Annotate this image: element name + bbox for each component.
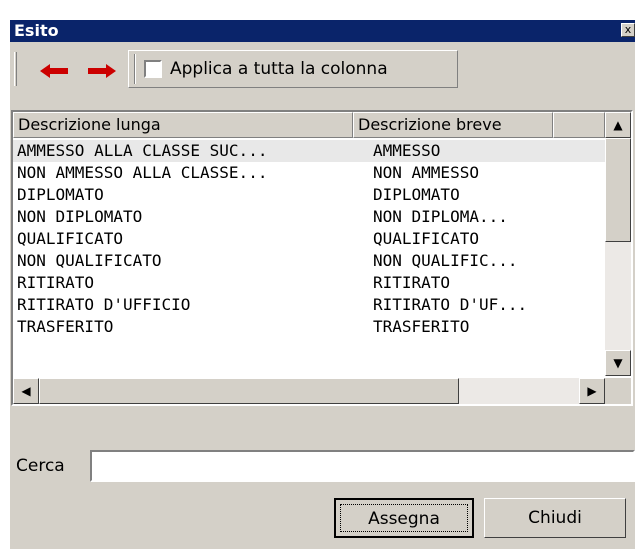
list-item-short: NON QUALIFIC... bbox=[373, 251, 518, 270]
vertical-scroll-thumb[interactable] bbox=[605, 138, 631, 242]
scroll-right-icon[interactable]: ▶ bbox=[579, 378, 605, 404]
list-item-short: RITIRATO D'UF... bbox=[373, 295, 528, 314]
window-title: Esito bbox=[14, 21, 59, 40]
apply-all-label[interactable]: Applica a tutta la colonna bbox=[170, 59, 388, 79]
scroll-down-icon[interactable]: ▼ bbox=[605, 350, 631, 376]
list-item[interactable]: RITIRATO RITIRATO bbox=[13, 272, 605, 294]
list-item[interactable]: TRASFERITO TRASFERITO bbox=[13, 316, 605, 338]
toolbar-grip[interactable] bbox=[14, 52, 17, 86]
scroll-left-icon[interactable]: ◀ bbox=[13, 378, 39, 404]
scroll-up-icon[interactable]: ▲ bbox=[605, 112, 631, 138]
horizontal-scroll-thumb[interactable] bbox=[39, 378, 459, 404]
list-item-short: TRASFERITO bbox=[373, 317, 470, 336]
list-item-long: RITIRATO bbox=[17, 273, 95, 292]
list-item[interactable]: NON AMMESSO ALLA CLASSE... NON AMMESSO bbox=[13, 162, 605, 184]
list-item-short: QUALIFICATO bbox=[373, 229, 479, 248]
close-window-button[interactable]: x bbox=[621, 23, 635, 37]
search-label: Cerca bbox=[16, 456, 65, 476]
toolbar: Applica a tutta la colonna bbox=[10, 50, 458, 88]
list-rows: AMMESSO ALLA CLASSE SUC... AMMESSO NON AM… bbox=[13, 140, 605, 338]
apply-all-checkbox[interactable] bbox=[144, 60, 162, 78]
column-header-descrizione-lunga[interactable]: Descrizione lunga bbox=[13, 112, 353, 138]
list-item[interactable]: QUALIFICATO QUALIFICATO bbox=[13, 228, 605, 250]
list-item[interactable]: RITIRATO D'UFFICIO RITIRATO D'UF... bbox=[13, 294, 605, 316]
list-item-long: QUALIFICATO bbox=[17, 229, 123, 248]
list-item[interactable]: NON DIPLOMATO NON DIPLOMA... bbox=[13, 206, 605, 228]
list-item-short: AMMESSO bbox=[373, 141, 441, 160]
list-item-short: NON DIPLOMA... bbox=[373, 207, 508, 226]
search-input[interactable] bbox=[90, 450, 635, 482]
esito-dialog: Esito x Applica a tutta la colonna Descr… bbox=[10, 20, 635, 549]
esito-list[interactable]: Descrizione lunga Descrizione breve AMME… bbox=[11, 110, 633, 406]
focus-rect bbox=[340, 504, 468, 532]
list-item-short: NON AMMESSO bbox=[373, 163, 479, 182]
list-item-short: DIPLOMATO bbox=[373, 185, 460, 204]
close-button[interactable]: Chiudi bbox=[484, 498, 626, 538]
assign-button[interactable]: Assegna bbox=[334, 498, 474, 538]
scrollbar-corner bbox=[605, 378, 631, 404]
list-item-long: TRASFERITO bbox=[17, 317, 114, 336]
arrow-left-icon[interactable] bbox=[40, 64, 68, 78]
vertical-scrollbar[interactable]: ▲ ▼ bbox=[605, 112, 631, 376]
list-item-long: AMMESSO ALLA CLASSE SUC... bbox=[17, 141, 268, 160]
list-item-long: NON QUALIFICATO bbox=[17, 251, 162, 270]
list-item-long: NON DIPLOMATO bbox=[17, 207, 143, 226]
list-item-short: RITIRATO bbox=[373, 273, 451, 292]
list-item[interactable]: DIPLOMATO DIPLOMATO bbox=[13, 184, 605, 206]
list-item[interactable]: AMMESSO ALLA CLASSE SUC... AMMESSO bbox=[13, 140, 605, 162]
list-item-long: NON AMMESSO ALLA CLASSE... bbox=[17, 163, 268, 182]
column-header-descrizione-breve[interactable]: Descrizione breve bbox=[353, 112, 553, 138]
horizontal-scrollbar[interactable]: ◀ ▶ bbox=[13, 378, 605, 404]
title-bar[interactable]: Esito x bbox=[10, 20, 635, 42]
list-item-long: RITIRATO D'UFFICIO bbox=[17, 295, 191, 314]
list-item-long: DIPLOMATO bbox=[17, 185, 104, 204]
list-item[interactable]: NON QUALIFICATO NON QUALIFIC... bbox=[13, 250, 605, 272]
arrow-right-icon[interactable] bbox=[88, 64, 116, 78]
column-header-filler bbox=[553, 112, 605, 138]
